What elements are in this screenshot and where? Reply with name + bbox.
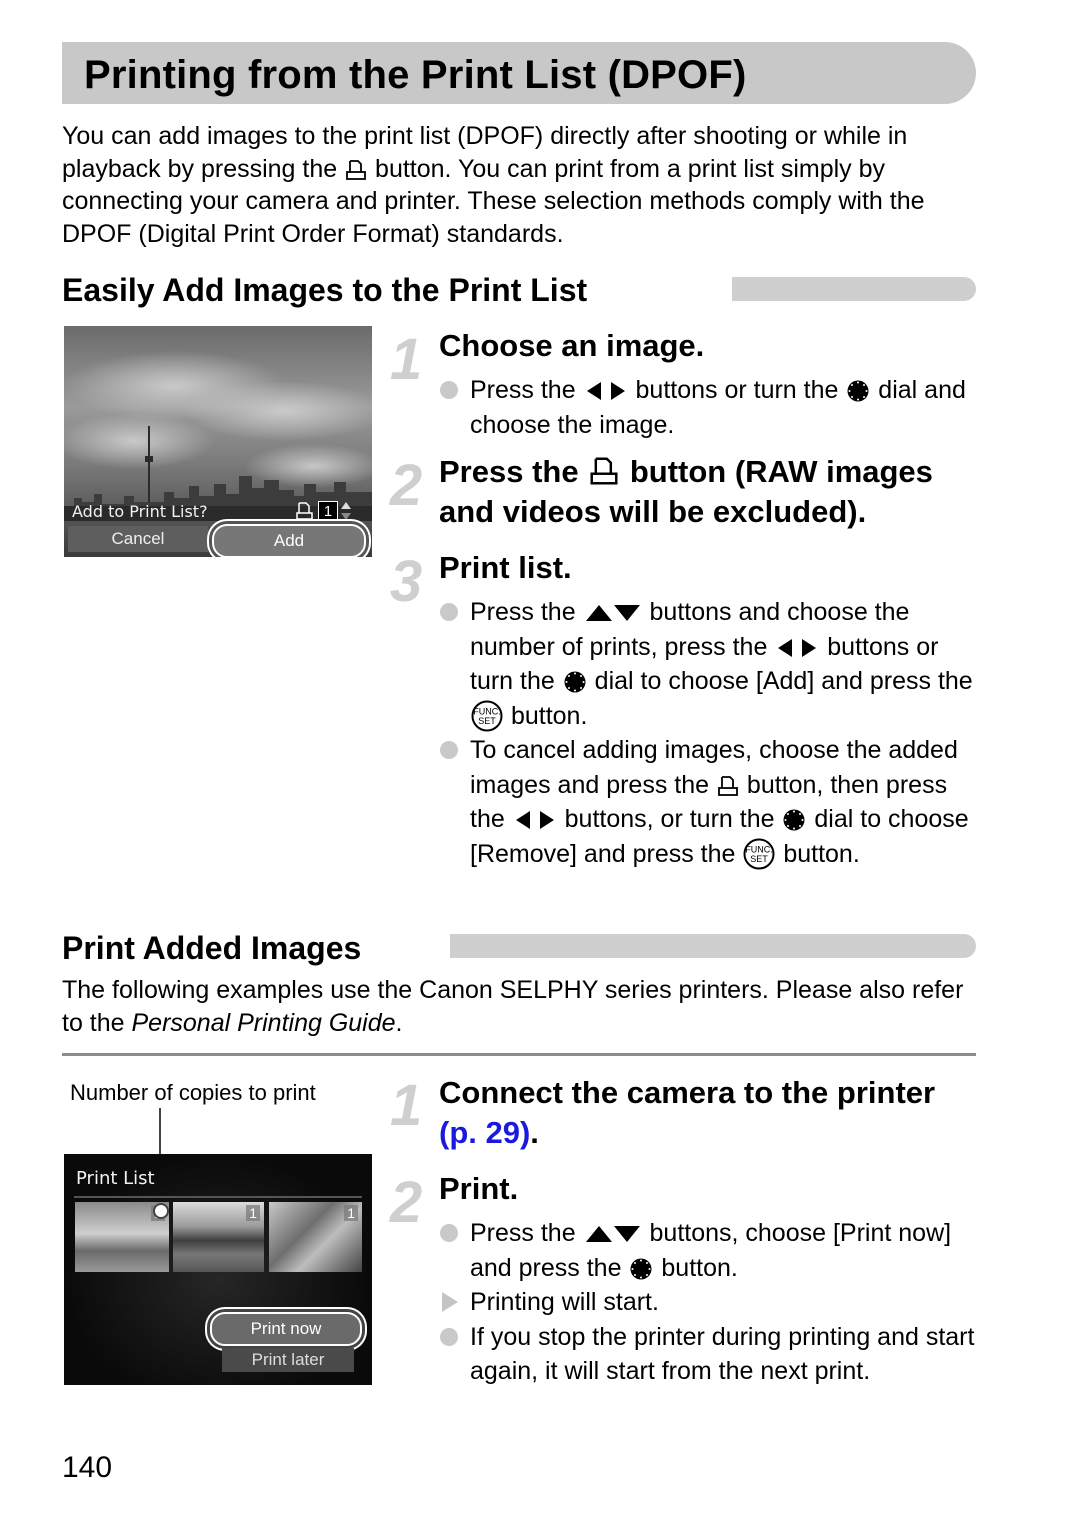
- copy-count-badge: 1: [246, 1205, 260, 1221]
- print-share-button-icon: [718, 775, 738, 797]
- bullet-icon: [440, 603, 458, 621]
- page-reference-link[interactable]: (p. 29): [439, 1115, 530, 1150]
- print-later-button[interactable]: Print later: [222, 1348, 354, 1372]
- left-right-arrows-icon: [514, 810, 556, 830]
- section-heading-add-images: Easily Add Images to the Print List: [62, 272, 588, 308]
- step-title-print: Print.: [439, 1171, 519, 1206]
- step-title-choose-image: Choose an image.: [439, 328, 705, 363]
- section-heading-bar: [732, 277, 976, 301]
- step-title-print-list: Print list.: [439, 550, 572, 585]
- step-3-bullets: Press the buttons and choose the number …: [438, 595, 978, 871]
- step-title-connect-camera: Connect the camera to the printer (p. 29…: [439, 1075, 936, 1150]
- section-description: The following examples use the Canon SEL…: [62, 976, 964, 1037]
- callout-label-copies: Number of copies to print: [70, 1080, 316, 1105]
- camera-screen-add-to-print-list: Add to Print List? 1 Cancel Add: [64, 326, 372, 557]
- print-share-button-icon: [590, 456, 618, 486]
- copy-stepper-arrows-icon[interactable]: [340, 501, 352, 521]
- list-item: Printing will start.: [438, 1285, 978, 1320]
- divider: [62, 1053, 976, 1056]
- bullet-icon: [440, 1224, 458, 1242]
- list-item: To cancel adding images, choose the adde…: [438, 733, 978, 871]
- callout-pointer-dot: [153, 1203, 169, 1219]
- thumbnail-dining-room[interactable]: 1: [269, 1202, 362, 1272]
- intro-paragraph: You can add images to the print list (DP…: [62, 122, 925, 248]
- left-right-arrows-icon: [776, 638, 818, 658]
- list-item: Press the buttons or turn the dial and c…: [438, 373, 978, 442]
- print-now-button[interactable]: Print now: [210, 1312, 362, 1346]
- add-to-print-list-prompt: Add to Print List?: [72, 502, 208, 521]
- section-heading-bar: [450, 934, 976, 958]
- copy-count-badge: 1: [344, 1205, 358, 1221]
- up-down-arrows-icon: [585, 1225, 641, 1243]
- personal-printing-guide-title: Personal Printing Guide: [131, 1008, 396, 1037]
- section-heading-print-added-images: Print Added Images: [62, 930, 362, 966]
- title-underline: [74, 1196, 362, 1198]
- list-item: Press the buttons and choose the number …: [438, 595, 978, 733]
- step-title-press-print-button: Press the button (RAW images and videos …: [439, 454, 933, 529]
- print-step-bullets: Press the buttons, choose [Print now] an…: [438, 1216, 978, 1389]
- func-set-button-icon: [743, 838, 775, 870]
- page-number: 140: [62, 1451, 113, 1484]
- print-share-button-icon: [346, 159, 366, 181]
- control-dial-icon: [783, 809, 805, 831]
- step-1-bullets: Press the buttons or turn the dial and c…: [438, 373, 978, 442]
- print-icon: [296, 502, 313, 520]
- step-number-2: 2: [390, 453, 423, 518]
- list-item: Press the buttons, choose [Print now] an…: [438, 1216, 978, 1285]
- bullet-icon: [440, 381, 458, 399]
- step-number-2: 2: [390, 1170, 423, 1235]
- list-item: If you stop the printer during printing …: [438, 1320, 978, 1389]
- page-title: Printing from the Print List (DPOF): [84, 53, 747, 97]
- step-number-1: 1: [390, 1073, 423, 1138]
- step-number-1: 1: [390, 327, 423, 392]
- bullet-icon: [440, 1327, 458, 1346]
- thumbnail-lake[interactable]: 1: [173, 1202, 264, 1272]
- cancel-button[interactable]: Cancel: [68, 526, 208, 552]
- add-button[interactable]: Add: [212, 524, 366, 557]
- bullet-icon: [440, 741, 458, 759]
- control-dial-icon: [847, 380, 869, 402]
- control-dial-icon: [630, 1258, 652, 1280]
- control-dial-icon: [564, 671, 586, 693]
- up-down-arrows-icon: [585, 604, 641, 622]
- result-arrow-icon: [442, 1292, 458, 1312]
- step-number-3: 3: [390, 549, 423, 614]
- print-copy-count: 1: [318, 501, 338, 523]
- left-right-arrows-icon: [585, 381, 627, 401]
- camera-screen-print-list: Print List 1 1 1 Print now Print later: [64, 1154, 372, 1385]
- func-set-button-icon: [471, 700, 503, 732]
